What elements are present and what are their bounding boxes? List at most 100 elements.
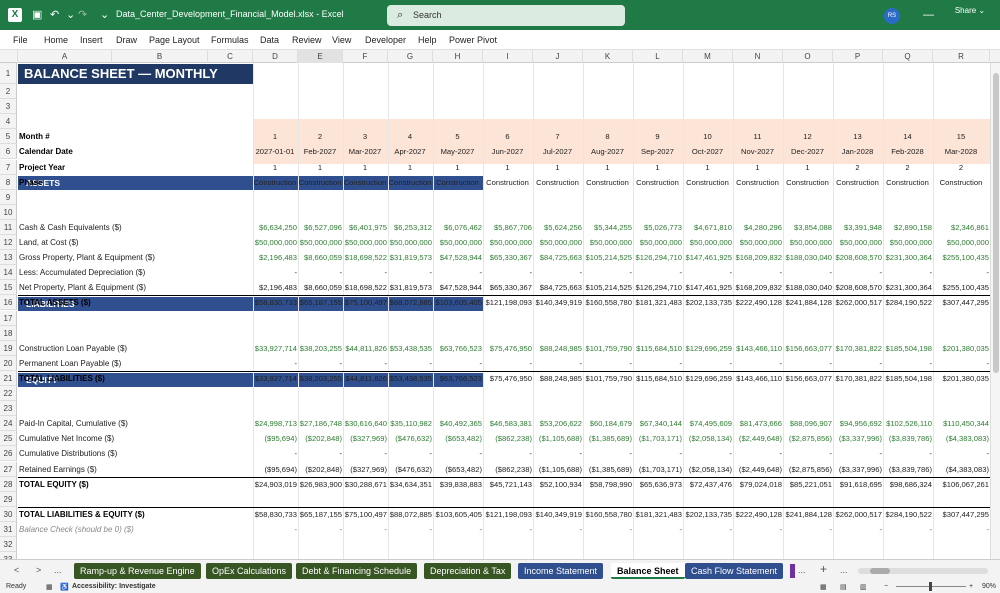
- phase-cell[interactable]: Construction: [388, 178, 433, 187]
- value-cell[interactable]: $121,198,093: [483, 510, 533, 519]
- column-header-A[interactable]: A: [18, 50, 112, 63]
- row-header[interactable]: 33: [0, 552, 17, 559]
- value-cell[interactable]: $44,811,826: [343, 374, 388, 383]
- value-cell[interactable]: $202,133,735: [683, 298, 733, 307]
- value-cell[interactable]: -: [388, 449, 433, 458]
- undo-icon[interactable]: ↶: [50, 8, 59, 22]
- value-cell[interactable]: -: [933, 268, 990, 277]
- value-cell[interactable]: ($3,839,786): [883, 465, 933, 474]
- column-header-P[interactable]: P: [833, 50, 883, 63]
- value-cell[interactable]: $6,634,250: [253, 223, 298, 232]
- hidden-tab-sliver[interactable]: [790, 564, 795, 578]
- date-cell[interactable]: Dec-2027: [783, 147, 833, 156]
- prev-sheet-icon[interactable]: <: [14, 565, 19, 575]
- value-cell[interactable]: $102,526,110: [883, 419, 933, 428]
- row-label[interactable]: Cash & Cash Equivalents ($): [19, 223, 122, 232]
- year-cell[interactable]: 1: [633, 163, 683, 172]
- value-cell[interactable]: ($862,238): [483, 434, 533, 443]
- month-cell[interactable]: 7: [533, 132, 583, 141]
- value-cell[interactable]: -: [483, 359, 533, 368]
- value-cell[interactable]: ($2,449,648): [733, 434, 783, 443]
- year-cell[interactable]: 1: [733, 163, 783, 172]
- value-cell[interactable]: -: [533, 359, 583, 368]
- row-label[interactable]: Cumulative Distributions ($): [19, 449, 117, 458]
- row-header[interactable]: 15: [0, 280, 17, 296]
- row-label[interactable]: TOTAL LIABILITIES & EQUITY ($): [19, 510, 145, 519]
- value-cell[interactable]: $81,473,666: [733, 419, 783, 428]
- zoom-slider-thumb[interactable]: [929, 582, 932, 591]
- scroll-thumb[interactable]: [993, 73, 999, 373]
- value-cell[interactable]: $103,605,405: [433, 298, 483, 307]
- value-cell[interactable]: $105,214,525: [583, 283, 633, 292]
- row-header[interactable]: 14: [0, 265, 17, 281]
- year-cell[interactable]: 1: [683, 163, 733, 172]
- row-header[interactable]: 31: [0, 521, 17, 537]
- row-label[interactable]: Paid-In Capital, Cumulative ($): [19, 419, 128, 428]
- value-cell[interactable]: $50,000,000: [388, 238, 433, 247]
- row-label[interactable]: Less: Accumulated Depreciation ($): [19, 268, 145, 277]
- value-cell[interactable]: $50,000,000: [883, 238, 933, 247]
- value-cell[interactable]: $160,558,780: [583, 510, 633, 519]
- value-cell[interactable]: -: [633, 359, 683, 368]
- month-cell[interactable]: 14: [883, 132, 933, 141]
- value-cell[interactable]: $188,030,040: [783, 253, 833, 262]
- value-cell[interactable]: -: [883, 525, 933, 534]
- date-cell[interactable]: Feb-2027: [298, 147, 343, 156]
- value-cell[interactable]: ($653,482): [433, 465, 483, 474]
- value-cell[interactable]: $185,504,198: [883, 374, 933, 383]
- value-cell[interactable]: $6,076,462: [433, 223, 483, 232]
- avatar[interactable]: RS: [884, 8, 900, 24]
- column-header-K[interactable]: K: [583, 50, 633, 63]
- value-cell[interactable]: ($1,105,688): [533, 434, 583, 443]
- select-all-corner[interactable]: [0, 50, 18, 63]
- label-month[interactable]: Month #: [19, 132, 50, 141]
- value-cell[interactable]: $140,349,919: [533, 298, 583, 307]
- row-header[interactable]: 27: [0, 461, 17, 477]
- value-cell[interactable]: ($327,969): [343, 465, 388, 474]
- accessibility-icon[interactable]: ♿: [60, 583, 69, 591]
- row-header[interactable]: 5: [0, 129, 17, 145]
- value-cell[interactable]: -: [933, 359, 990, 368]
- value-cell[interactable]: -: [298, 449, 343, 458]
- value-cell[interactable]: -: [883, 359, 933, 368]
- year-cell[interactable]: 2: [933, 163, 990, 172]
- value-cell[interactable]: $160,558,780: [583, 298, 633, 307]
- sheet-tab-income-statement[interactable]: Income Statement: [518, 563, 604, 579]
- value-cell[interactable]: ($3,337,996): [833, 434, 883, 443]
- row-header[interactable]: 28: [0, 476, 17, 492]
- value-cell[interactable]: -: [253, 359, 298, 368]
- month-cell[interactable]: 6: [483, 132, 533, 141]
- row-label[interactable]: Gross Property, Plant & Equipment ($): [19, 253, 155, 262]
- value-cell[interactable]: $75,100,497: [343, 510, 388, 519]
- value-cell[interactable]: -: [343, 525, 388, 534]
- accessibility-status[interactable]: Accessibility: Investigate: [72, 583, 156, 590]
- value-cell[interactable]: ($95,694): [253, 434, 298, 443]
- row-header[interactable]: 24: [0, 416, 17, 432]
- value-cell[interactable]: $6,527,096: [298, 223, 343, 232]
- value-cell[interactable]: $75,476,950: [483, 344, 533, 353]
- value-cell[interactable]: -: [733, 268, 783, 277]
- date-cell[interactable]: Mar-2027: [343, 147, 388, 156]
- value-cell[interactable]: -: [783, 449, 833, 458]
- value-cell[interactable]: $63,766,523: [433, 374, 483, 383]
- ribbon-tab-file[interactable]: File: [13, 35, 28, 45]
- value-cell[interactable]: $105,214,525: [583, 253, 633, 262]
- phase-cell[interactable]: Construction: [783, 178, 833, 187]
- value-cell[interactable]: ($327,969): [343, 434, 388, 443]
- value-cell[interactable]: $75,100,497: [343, 298, 388, 307]
- value-cell[interactable]: $58,798,990: [583, 480, 633, 489]
- value-cell[interactable]: $307,447,295: [933, 298, 990, 307]
- row-header[interactable]: 12: [0, 235, 17, 251]
- value-cell[interactable]: $126,294,710: [633, 253, 683, 262]
- value-cell[interactable]: ($476,632): [388, 434, 433, 443]
- value-cell[interactable]: $170,381,822: [833, 374, 883, 383]
- sheet-tab-balance-sheet[interactable]: Balance Sheet: [611, 563, 685, 579]
- horizontal-scroll-thumb[interactable]: [870, 568, 890, 574]
- value-cell[interactable]: $106,067,261: [933, 480, 990, 489]
- label-project-year[interactable]: Project Year: [19, 163, 65, 172]
- row-header[interactable]: 18: [0, 325, 17, 341]
- value-cell[interactable]: $52,100,934: [533, 480, 583, 489]
- column-header-O[interactable]: O: [783, 50, 833, 63]
- value-cell[interactable]: $50,000,000: [933, 238, 990, 247]
- value-cell[interactable]: $110,450,344: [933, 419, 990, 428]
